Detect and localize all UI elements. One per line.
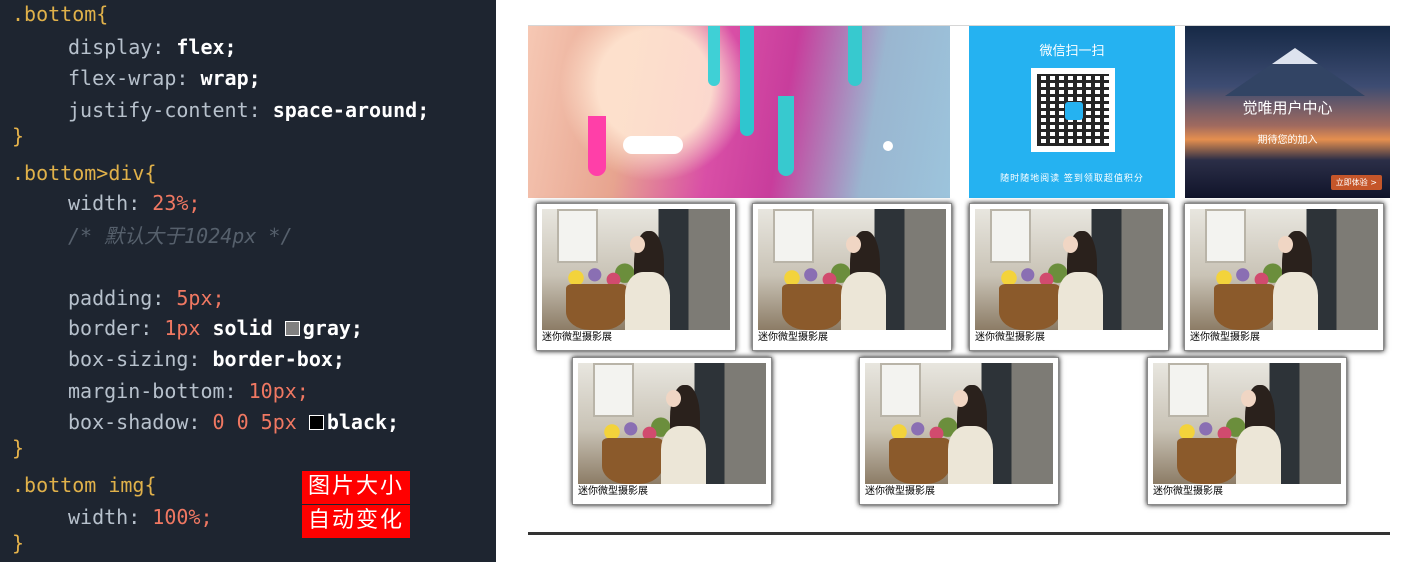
card-caption: 迷你微型摄影展 xyxy=(758,332,828,343)
qr-code-panel[interactable]: 微信扫一扫 随时随地阅读 签到领取超值积分 xyxy=(969,26,1175,198)
prop-margin-bottom: margin-bottom: xyxy=(68,379,249,403)
photo-image xyxy=(1190,209,1378,330)
selector-bottom-div: .bottom>div{ xyxy=(12,161,157,185)
photo-image xyxy=(578,363,766,484)
photo-image xyxy=(542,209,730,330)
user-center-title: 觉唯用户中心 xyxy=(1242,99,1333,117)
code-line-10: border: 1px solid gray; xyxy=(12,314,363,342)
card-caption: 迷你微型摄影展 xyxy=(1153,486,1223,497)
value-space-around: space-around; xyxy=(272,98,430,122)
paint-drip xyxy=(708,26,720,86)
code-line-14: } xyxy=(12,436,25,460)
paint-drip xyxy=(778,96,794,176)
photo-image xyxy=(865,363,1053,484)
value-gray: gray; xyxy=(302,316,363,340)
try-now-button[interactable]: 立即体验 > xyxy=(1330,175,1382,190)
photo-image xyxy=(975,209,1163,330)
user-center-subtitle: 期待您的加入 xyxy=(1257,135,1318,146)
app-logo-icon xyxy=(1065,102,1083,120)
photo-card-5[interactable]: 迷你微型摄影展 xyxy=(572,357,772,505)
code-line-16: width: 100%; xyxy=(12,503,213,531)
prop-box-shadow: box-shadow: xyxy=(68,410,213,434)
black-color-swatch[interactable] xyxy=(308,415,324,430)
qr-code-icon xyxy=(1031,68,1115,152)
browser-preview: 微信扫一扫 随时随地阅读 签到领取超值积分 觉唯用户中心 期待您的加入 立即体验… xyxy=(528,25,1390,535)
code-line-13: box-shadow: 0 0 5px black; xyxy=(12,408,399,436)
selector-bottom-img: .bottom img{ xyxy=(12,473,157,497)
code-comment: /* 默认大于1024px */ xyxy=(68,224,293,248)
value-5px: 5px; xyxy=(176,286,225,310)
code-line-6: .bottom>div{ xyxy=(12,159,157,187)
code-line-5: } xyxy=(12,124,25,148)
card-caption: 迷你微型摄影展 xyxy=(542,332,612,343)
paint-drip xyxy=(883,141,893,151)
code-line-11: box-sizing: border-box; xyxy=(12,345,345,373)
code-line-3: flex-wrap: wrap; xyxy=(12,64,261,92)
value-10px: 10px; xyxy=(248,379,309,403)
prop-width: width: xyxy=(68,191,153,215)
prop-img-width: width: xyxy=(68,505,153,529)
card-caption: 迷你微型摄影展 xyxy=(578,486,648,497)
code-line-9: padding: 5px; xyxy=(12,284,225,312)
prop-justify-content: justify-content: xyxy=(68,98,273,122)
code-line-17: } xyxy=(12,531,25,555)
prop-box-sizing: box-sizing: xyxy=(68,347,213,371)
prop-border: border: xyxy=(68,316,165,340)
code-line-4: justify-content: space-around; xyxy=(12,96,429,124)
paint-drip xyxy=(588,116,606,176)
value-1px: 1px xyxy=(164,316,201,340)
mountain-snowcap xyxy=(1272,48,1318,64)
user-center-panel[interactable]: 觉唯用户中心 期待您的加入 立即体验 > xyxy=(1185,26,1390,198)
code-line-2: display: flex; xyxy=(12,33,237,61)
annotation-label-2: 自动变化 xyxy=(302,505,411,538)
value-solid: solid xyxy=(200,316,285,340)
photo-card-7[interactable]: 迷你微型摄影展 xyxy=(1147,357,1347,505)
annotation-label-1: 图片大小 xyxy=(302,471,411,504)
photo-card-3[interactable]: 迷你微型摄影展 xyxy=(969,203,1169,351)
value-shadow-nums: 0 0 5px xyxy=(212,410,297,434)
selector-bottom: .bottom{ xyxy=(12,2,109,26)
qr-panel-title: 微信扫一扫 xyxy=(1039,44,1105,59)
value-border-box: border-box; xyxy=(212,347,345,371)
photo-card-6[interactable]: 迷你微型摄影展 xyxy=(859,357,1059,505)
value-100pct: 100%; xyxy=(152,505,213,529)
paint-drip xyxy=(740,26,754,136)
card-caption: 迷你微型摄影展 xyxy=(1190,332,1260,343)
code-line-1: .bottom{ xyxy=(12,0,108,28)
code-line-7: width: 23%; xyxy=(12,189,200,217)
value-flex: flex; xyxy=(176,35,237,59)
gray-color-swatch[interactable] xyxy=(284,321,300,336)
code-line-12: margin-bottom: 10px; xyxy=(12,377,309,405)
paint-drip xyxy=(848,26,862,86)
photo-card-1[interactable]: 迷你微型摄影展 xyxy=(536,203,736,351)
card-caption: 迷你微型摄影展 xyxy=(975,332,1045,343)
value-wrap: wrap; xyxy=(200,66,261,90)
code-editor[interactable]: .bottom{ display: flex; flex-wrap: wrap;… xyxy=(0,0,496,562)
prop-flex-wrap: flex-wrap: xyxy=(68,66,201,90)
prop-padding: padding: xyxy=(68,286,177,310)
value-23pct: 23%; xyxy=(152,191,201,215)
code-line-15: .bottom img{ xyxy=(12,471,157,499)
qr-panel-footer: 随时随地阅读 签到领取超值积分 xyxy=(1000,174,1144,184)
photo-card-2[interactable]: 迷你微型摄影展 xyxy=(752,203,952,351)
photo-image xyxy=(1153,363,1341,484)
card-caption: 迷你微型摄影展 xyxy=(865,486,935,497)
prop-display: display: xyxy=(68,35,177,59)
value-black: black; xyxy=(326,410,400,434)
photo-card-4[interactable]: 迷你微型摄影展 xyxy=(1184,203,1384,351)
paint-drip xyxy=(623,136,683,154)
photo-image xyxy=(758,209,946,330)
banner-art-image[interactable] xyxy=(528,26,950,198)
